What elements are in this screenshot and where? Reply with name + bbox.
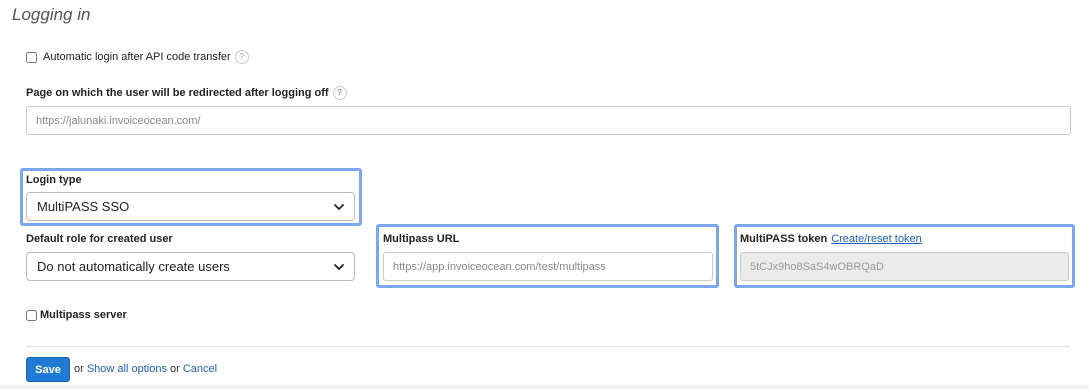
default-role-select[interactable]: Do not automatically create users	[26, 252, 355, 281]
auto-login-label: Automatic login after API code transfer	[43, 51, 231, 63]
cancel-link[interactable]: Cancel	[183, 363, 217, 375]
auto-login-row: Automatic login after API code transfer …	[26, 50, 249, 64]
show-all-options-link[interactable]: Show all options	[87, 363, 167, 375]
divider	[26, 346, 1070, 347]
multipass-token-field: 5tCJx9ho8SaS4wOBRQaD	[740, 252, 1069, 281]
section-title: Logging in	[12, 5, 91, 24]
multipass-url-label: Multipass URL	[383, 233, 460, 245]
login-type-select[interactable]: MultiPASS SSO	[26, 192, 355, 221]
footer-or-1: or	[74, 363, 84, 375]
logoff-redirect-label-row: Page on which the user will be redirecte…	[26, 86, 347, 100]
login-type-label: Login type	[26, 174, 82, 186]
multipass-server-row: Multipass server	[26, 309, 127, 321]
multipass-token-label: MultiPASS token	[740, 233, 828, 245]
default-role-value: Do not automatically create users	[37, 259, 230, 274]
default-role-label: Default role for created user	[26, 233, 173, 245]
create-reset-token-link[interactable]: Create/reset token	[831, 233, 922, 245]
multipass-server-label: Multipass server	[40, 309, 127, 321]
auto-login-checkbox[interactable]	[26, 51, 37, 63]
bottom-band	[0, 385, 1089, 389]
footer-actions: or Show all options or Cancel	[74, 363, 217, 375]
chevron-down-icon	[334, 263, 344, 270]
footer-or-2: or	[170, 363, 180, 375]
chevron-down-icon	[334, 203, 344, 210]
multipass-url-input[interactable]: https://app.invoiceocean.com/test/multip…	[383, 252, 713, 281]
save-button[interactable]: Save	[26, 357, 70, 382]
logoff-redirect-label: Page on which the user will be redirecte…	[26, 87, 329, 99]
help-circle-icon[interactable]: ?	[332, 86, 347, 100]
multipass-server-checkbox[interactable]	[26, 309, 37, 321]
logoff-redirect-input[interactable]: https://jalunaki.invoiceocean.com/	[26, 106, 1071, 135]
login-type-value: MultiPASS SSO	[37, 199, 130, 214]
multipass-token-label-row: MultiPASS token Create/reset token	[740, 233, 922, 245]
help-circle-icon[interactable]: ?	[234, 50, 249, 64]
